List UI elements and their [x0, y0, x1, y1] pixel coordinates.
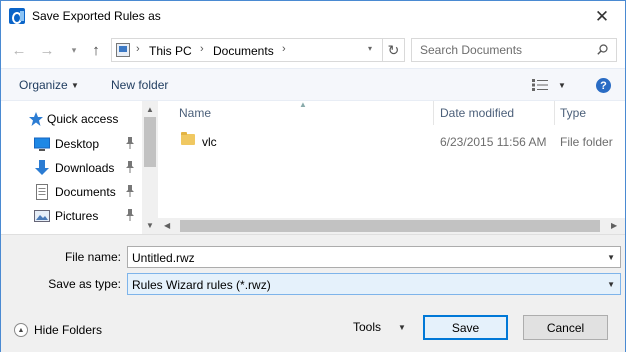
column-divider[interactable]: [554, 101, 555, 125]
search-box: [411, 38, 617, 62]
title-bar: Save Exported Rules as ✕: [1, 1, 625, 32]
address-bar[interactable]: › This PC › Documents › ▾ ↻: [111, 38, 405, 62]
arrow-up-icon: ↑: [92, 41, 100, 59]
nav-item-label: Desktop: [55, 137, 100, 151]
view-dropdown-chevron-icon[interactable]: ▼: [558, 81, 566, 90]
breadcrumb-chevron-icon[interactable]: ›: [200, 43, 204, 55]
new-folder-button[interactable]: New folder: [111, 78, 168, 92]
nav-item-pictures[interactable]: Pictures: [1, 205, 141, 227]
file-name-value: Untitled.rwz: [132, 251, 195, 265]
address-history-dropdown[interactable]: ▾: [368, 44, 372, 53]
refresh-icon: ↻: [387, 41, 400, 58]
column-header-type[interactable]: Type: [560, 101, 586, 125]
nav-item-label: Pictures: [55, 209, 99, 223]
arrow-right-icon: →: [39, 41, 55, 59]
file-type: File folder: [560, 135, 613, 149]
nav-item-label: Downloads: [55, 161, 115, 175]
organize-button[interactable]: Organize: [19, 78, 68, 92]
chevron-up-icon: ▲: [14, 323, 28, 337]
chevron-down-icon[interactable]: ▼: [607, 253, 615, 262]
recent-locations-button[interactable]: ▾: [64, 40, 84, 60]
breadcrumb-this-pc[interactable]: This PC: [149, 44, 192, 58]
search-icon[interactable]: [597, 44, 608, 55]
download-icon: [35, 160, 49, 175]
refresh-button[interactable]: ↻: [382, 39, 404, 61]
save-as-type-label: Save as type:: [48, 277, 121, 291]
file-name-label: File name:: [64, 250, 121, 264]
scrollbar-thumb[interactable]: [180, 220, 600, 232]
scroll-up-icon[interactable]: ▲: [146, 105, 154, 114]
save-dialog-window: Save Exported Rules as ✕ ← → ▾ ↑ › This …: [0, 0, 626, 352]
scroll-left-icon[interactable]: ◀: [164, 221, 170, 230]
chevron-down-icon[interactable]: ▼: [71, 81, 79, 90]
scrollbar-thumb[interactable]: [144, 117, 156, 167]
breadcrumb-chevron-icon[interactable]: ›: [282, 43, 286, 55]
file-name: vlc: [202, 135, 217, 149]
search-input[interactable]: [412, 39, 592, 61]
help-icon[interactable]: ?: [596, 78, 611, 93]
save-button[interactable]: Save: [423, 315, 508, 340]
documents-icon: [36, 184, 48, 200]
command-toolbar: Organize ▼ New folder ▼ ?: [1, 68, 625, 101]
forward-button[interactable]: →: [37, 40, 57, 60]
pictures-icon: [34, 210, 50, 222]
tools-button[interactable]: Tools: [353, 320, 381, 334]
nav-item-desktop[interactable]: Desktop: [1, 133, 141, 155]
view-options-icon[interactable]: [532, 79, 548, 91]
file-name-field[interactable]: Untitled.rwz ▼: [127, 246, 621, 268]
pin-icon: [126, 209, 134, 221]
chevron-down-icon[interactable]: ▼: [398, 323, 406, 332]
pin-icon: [126, 185, 134, 197]
file-row[interactable]: vlc 6/23/2015 11:56 AM File folder: [172, 131, 622, 153]
up-button[interactable]: ↑: [86, 40, 106, 60]
chevron-down-icon[interactable]: ▼: [607, 280, 615, 289]
pin-icon: [126, 161, 134, 173]
window-title: Save Exported Rules as: [32, 9, 161, 23]
folder-icon: [181, 132, 195, 145]
star-icon: [29, 112, 43, 126]
nav-item-downloads[interactable]: Downloads: [1, 157, 141, 179]
scroll-down-icon[interactable]: ▼: [146, 221, 154, 230]
file-date-modified: 6/23/2015 11:56 AM: [440, 135, 547, 149]
breadcrumb-chevron-icon[interactable]: ›: [136, 43, 140, 55]
this-pc-icon: [116, 43, 130, 57]
pin-icon: [126, 137, 134, 149]
hide-folders-label: Hide Folders: [34, 323, 103, 337]
save-as-type-value: Rules Wizard rules (*.rwz): [132, 278, 271, 292]
file-list: ▲ Name Date modified Type vlc 6/23/2015 …: [158, 100, 625, 234]
nav-item-quick-access[interactable]: Quick access: [1, 108, 141, 130]
back-button[interactable]: ←: [9, 40, 29, 60]
column-divider[interactable]: [433, 101, 434, 125]
save-options-panel: File name: Untitled.rwz ▼ Save as type: …: [1, 234, 625, 352]
column-header-name[interactable]: Name: [179, 101, 211, 125]
breadcrumb-documents[interactable]: Documents: [213, 44, 274, 58]
navpane-scrollbar[interactable]: ▲ ▼: [142, 101, 158, 234]
arrow-left-icon: ←: [11, 41, 27, 59]
close-button[interactable]: ✕: [579, 1, 625, 32]
nav-item-documents[interactable]: Documents: [1, 181, 141, 203]
cancel-button[interactable]: Cancel: [523, 315, 608, 340]
chevron-down-icon: ▾: [71, 44, 77, 55]
navigation-pane: Quick access Desktop Downloads Documents: [1, 101, 158, 234]
scroll-right-icon[interactable]: ▶: [611, 221, 617, 230]
desktop-icon: [34, 137, 50, 151]
column-header-date-modified[interactable]: Date modified: [440, 101, 514, 125]
navigation-bar: ← → ▾ ↑ › This PC › Documents › ▾ ↻: [1, 32, 625, 68]
nav-item-label: Quick access: [47, 112, 119, 126]
outlook-app-icon: [9, 8, 25, 24]
nav-item-label: Documents: [55, 185, 116, 199]
close-icon: ✕: [594, 6, 610, 26]
filelist-horizontal-scrollbar[interactable]: ◀ ▶: [158, 218, 625, 234]
save-as-type-select[interactable]: Rules Wizard rules (*.rwz) ▼: [127, 273, 621, 295]
sort-ascending-icon: ▲: [299, 100, 307, 109]
